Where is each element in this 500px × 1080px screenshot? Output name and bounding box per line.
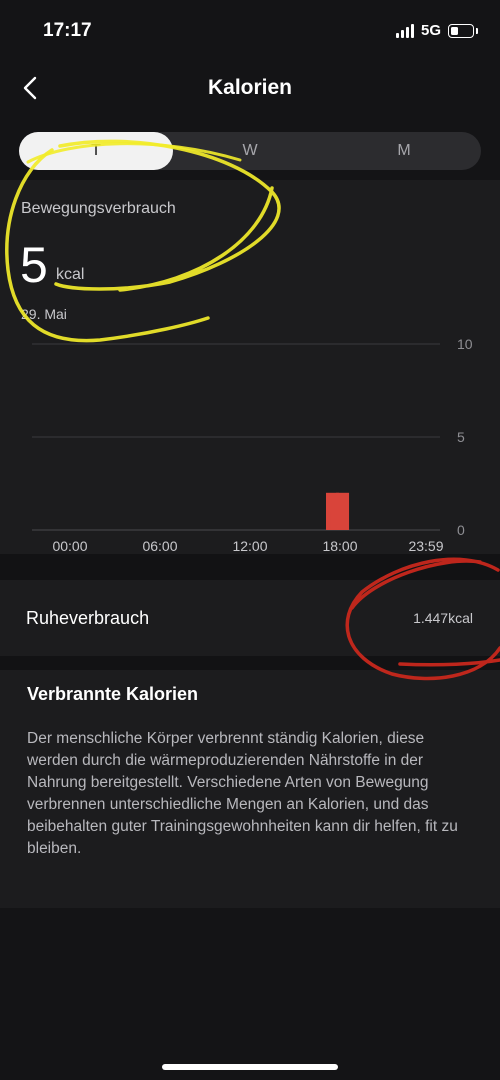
- active-calories-unit: kcal: [56, 266, 85, 283]
- y-tick-label: 0: [457, 522, 465, 538]
- tab-month[interactable]: M: [327, 132, 481, 170]
- chart-bar: [336, 492, 350, 530]
- y-tick-label: 10: [457, 336, 473, 352]
- network-type: 5G: [420, 22, 441, 39]
- selected-date: 29. Mai: [21, 306, 67, 322]
- tab-day[interactable]: T: [19, 132, 173, 170]
- battery-icon: [448, 23, 478, 38]
- x-tick-label: 12:00: [232, 538, 267, 554]
- status-time: 17:17: [43, 20, 92, 41]
- x-tick-label: 23:59: [408, 538, 443, 554]
- x-tick-label: 00:00: [52, 538, 87, 554]
- home-indicator[interactable]: [162, 1064, 338, 1070]
- section-divider: [0, 656, 500, 670]
- resting-calories-label: Ruheverbrauch: [26, 608, 150, 628]
- info-title: Verbrannte Kalorien: [27, 684, 199, 704]
- signal-icon: [395, 23, 414, 38]
- section-divider: [0, 554, 500, 580]
- metric-label: Bewegungsverbrauch: [21, 200, 176, 217]
- x-tick-label: 06:00: [142, 538, 177, 554]
- active-calories-value: 5: [20, 237, 48, 293]
- status-indicators: 5G: [395, 22, 478, 39]
- y-tick-label: 5: [457, 429, 465, 445]
- hourly-calorie-bar-chart: 10 5 0 00:00 06:00 12:00 18:00 23:59: [32, 336, 473, 554]
- page-title: Kalorien: [207, 76, 293, 99]
- info-description: Der menschliche Körper verbrennt ständig…: [27, 730, 458, 857]
- tab-week[interactable]: W: [173, 132, 327, 170]
- resting-calories-value: 1.447kcal: [413, 610, 473, 626]
- period-segmented-control: T W M: [19, 132, 481, 170]
- x-tick-label: 18:00: [322, 538, 357, 554]
